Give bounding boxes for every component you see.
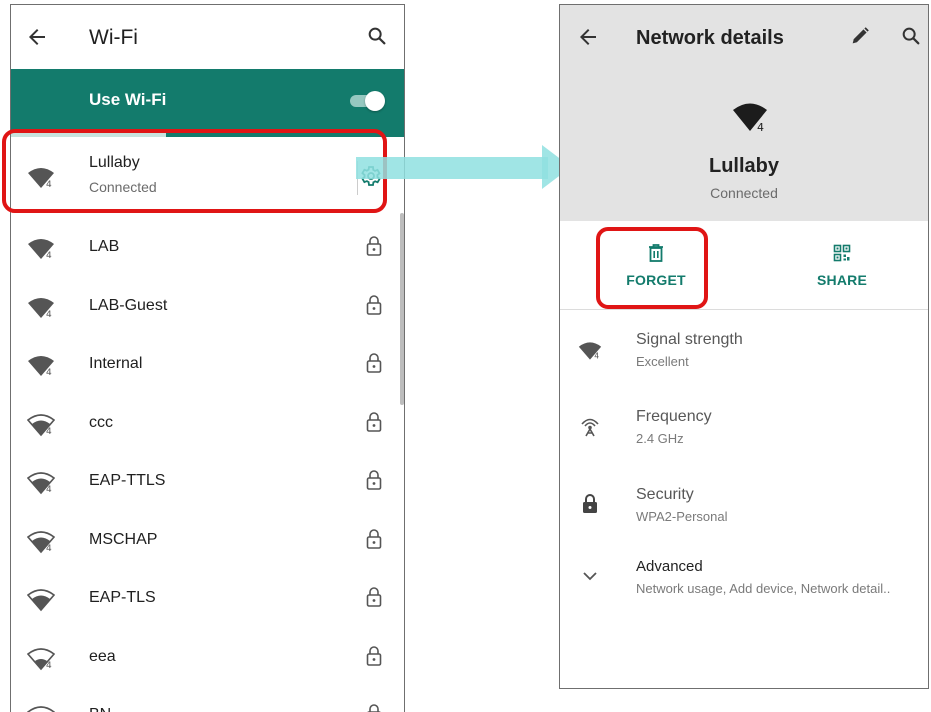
wifi-signal-low-icon: 4 [27, 647, 55, 671]
svg-text:4: 4 [46, 251, 52, 261]
detail-security: Security WPA2-Personal [560, 486, 928, 564]
detail-value: Network usage, Add device, Network detai… [636, 581, 891, 596]
lock-icon [366, 294, 382, 315]
flow-arrow-icon [356, 145, 571, 189]
search-icon[interactable] [366, 25, 388, 47]
network-item-lab[interactable]: 4 LAB [11, 219, 404, 278]
network-item-mschap[interactable]: 4 MSCHAP [11, 512, 404, 571]
detail-signal-strength: 4 Signal strength Excellent [560, 331, 928, 409]
share-button[interactable]: SHARE [782, 243, 902, 288]
detail-label: Signal strength [636, 331, 743, 348]
page-title: Wi-Fi [89, 26, 138, 49]
network-name: EAP-TLS [89, 589, 156, 606]
svg-text:4: 4 [46, 427, 52, 437]
wifi-signal-full-icon: 4 [28, 356, 54, 378]
network-name: LAB [89, 238, 120, 255]
section-divider [560, 309, 928, 310]
highlight-box-forget [596, 227, 708, 309]
network-item-bn[interactable]: BN [11, 687, 404, 712]
wifi-signal-medium-icon: 4 [27, 530, 55, 554]
network-item-ccc[interactable]: 4 ccc [11, 395, 404, 454]
network-details-screen: Network details 4 Lullaby Connected FORG… [559, 4, 929, 689]
network-name: MSCHAP [89, 530, 158, 548]
network-name: ccc [89, 413, 113, 431]
detail-advanced[interactable]: Advanced Network usage, Add device, Netw… [560, 558, 928, 636]
detail-label: Security [636, 486, 694, 503]
wifi-signal-full-icon: 4 [733, 103, 767, 133]
wifi-signal-medium-icon: 4 [27, 413, 55, 437]
network-name: Internal [89, 355, 143, 372]
lock-icon [367, 704, 381, 712]
wifi-signal-low-icon [27, 706, 55, 712]
network-name: eea [89, 647, 116, 665]
detail-value: 2.4 GHz [636, 431, 684, 446]
detail-frequency: Frequency 2.4 GHz [560, 408, 928, 486]
network-name: LAB-Guest [89, 296, 168, 314]
highlight-box-connected-network [2, 129, 387, 213]
lock-icon [366, 353, 382, 373]
chevron-down-icon [583, 572, 597, 581]
svg-text:4: 4 [594, 352, 599, 361]
svg-text:4: 4 [757, 121, 764, 133]
lock-icon [366, 411, 382, 432]
search-icon[interactable] [900, 25, 922, 47]
lock-icon [366, 645, 382, 666]
svg-text:4: 4 [46, 368, 52, 378]
network-item-eea[interactable]: 4 eea [11, 629, 404, 688]
qr-code-icon [833, 244, 851, 262]
detail-label: Advanced [636, 558, 703, 575]
lock-icon [366, 587, 382, 607]
toggle-thumb [365, 91, 385, 111]
lock-icon [366, 236, 382, 256]
wifi-signal-full-icon: 4 [28, 239, 54, 261]
detail-value: WPA2-Personal [636, 509, 728, 524]
lock-icon [366, 470, 382, 490]
wifi-signal-medium-icon [27, 589, 55, 612]
network-name: BN [89, 706, 111, 712]
network-item-internal[interactable]: 4 Internal [11, 336, 404, 395]
network-list: 4 Lullaby Connected 4 LAB 4 LAB-Guest 4 … [11, 137, 404, 712]
wifi-app-bar: Wi-Fi [11, 5, 404, 69]
page-title: Network details [636, 27, 784, 49]
detail-value: Excellent [636, 354, 689, 369]
use-wifi-toggle[interactable] [347, 91, 385, 111]
pencil-icon[interactable] [849, 25, 871, 47]
wifi-signal-full-icon: 4 [578, 342, 602, 361]
network-item-eap-tls[interactable]: EAP-TLS [11, 570, 404, 629]
svg-text:4: 4 [46, 544, 52, 554]
network-status: Connected [710, 185, 778, 201]
lock-icon [583, 494, 597, 513]
wifi-settings-screen: Wi-Fi Use Wi-Fi 4 Lullaby Connected 4 LA… [10, 4, 405, 712]
detail-label: Frequency [636, 408, 712, 425]
back-arrow-icon[interactable] [25, 25, 49, 49]
network-item-eap-ttls[interactable]: 4 EAP-TTLS [11, 453, 404, 512]
list-scrollbar[interactable] [400, 213, 404, 405]
svg-text:4: 4 [46, 485, 52, 495]
use-wifi-label: Use Wi-Fi [89, 90, 167, 109]
antenna-icon [581, 418, 599, 437]
network-name: EAP-TTLS [89, 472, 166, 489]
network-name: Lullaby [708, 155, 779, 177]
use-wifi-row[interactable]: Use Wi-Fi [11, 69, 404, 133]
wifi-signal-medium-icon: 4 [27, 472, 55, 495]
share-label: SHARE [816, 272, 867, 288]
svg-text:4: 4 [46, 661, 52, 671]
wifi-signal-full-icon: 4 [28, 297, 54, 320]
network-item-lab-guest[interactable]: 4 LAB-Guest [11, 278, 404, 337]
back-arrow-icon[interactable] [576, 25, 600, 49]
lock-icon [366, 528, 382, 549]
svg-text:4: 4 [46, 310, 52, 320]
